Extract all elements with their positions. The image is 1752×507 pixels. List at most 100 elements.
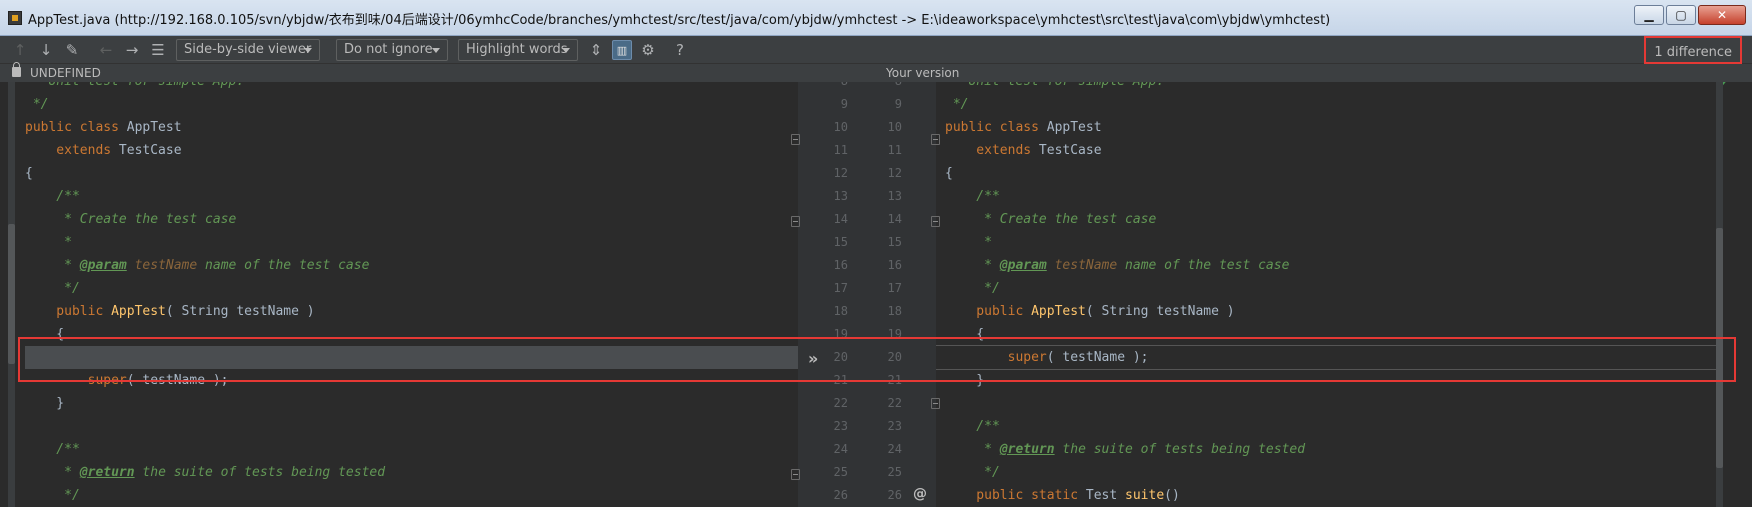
code-token: public class [945,120,1047,135]
line-number: 25 [887,465,902,479]
code-token: the suite of tests being tested [134,465,386,480]
code-line[interactable]: * Create the test case [936,208,1716,231]
code-token: /** [945,419,1000,434]
code-token: name of the test case [197,258,370,273]
collapse-icon[interactable]: ⇕ [586,40,606,60]
fold-icon[interactable] [931,134,940,145]
line-number: 12 [833,166,848,180]
right-code-pane[interactable]: * Unit test for simple App. */ public cla… [936,82,1716,507]
highlight-select[interactable]: Highlight words [458,39,578,61]
line-number: 13 [833,189,848,203]
code-token: */ [945,281,1000,296]
code-line[interactable]: { [0,162,798,185]
code-token: * Unit test for simple App. [25,82,244,89]
code-token: suite [1125,488,1165,503]
code-line[interactable]: */ [936,277,1716,300]
code-line[interactable]: */ [936,93,1716,116]
app-icon [8,11,22,25]
arrow-right-icon[interactable]: → [122,40,142,60]
code-line[interactable]: extends TestCase [936,139,1716,162]
code-line[interactable]: public static Test suite() [936,484,1716,507]
code-token: */ [945,465,1000,480]
code-line[interactable]: */ [0,484,798,507]
code-line[interactable]: /** [936,185,1716,208]
code-token: ( String testName ) [165,304,315,319]
line-number: 18 [833,304,848,318]
edit-icon[interactable]: ✎ [62,40,82,60]
code-token: public [25,304,112,319]
code-token: * [25,258,80,273]
code-line[interactable]: * [936,231,1716,254]
code-token: testName [1046,258,1118,273]
left-scrollbar[interactable] [8,82,15,507]
code-line[interactable]: */ [0,93,798,116]
code-line[interactable]: */ [936,461,1716,484]
line-number: 18 [887,304,902,318]
code-token: * [25,465,80,480]
code-token: * [945,235,992,250]
code-line[interactable]: } [0,392,798,415]
line-number: 13 [887,189,902,203]
line-number: 23 [833,419,848,433]
fold-icon[interactable] [791,469,800,480]
line-number: 15 [887,235,902,249]
code-line[interactable]: public class AppTest [0,116,798,139]
gear-icon[interactable]: ⚙ [638,40,658,60]
close-button[interactable]: ✕ [1698,5,1746,25]
line-number: 8 [818,82,848,93]
diff-header: UNDEFINED Your version [0,62,1752,82]
code-line[interactable]: * [0,231,798,254]
code-line[interactable]: extends TestCase [0,139,798,162]
code-line[interactable]: * Unit test for simple App. [0,82,798,93]
line-number: 23 [887,419,902,433]
code-line[interactable]: * Create the test case [0,208,798,231]
code-line[interactable]: * @return the suite of tests being teste… [0,461,798,484]
code-line[interactable]: /** [0,185,798,208]
fold-icon[interactable] [791,134,800,145]
code-token: AppTest [126,120,182,135]
code-line[interactable]: * Unit test for simple App. [936,82,1716,93]
viewer-select[interactable]: Side-by-side viewer [176,39,320,61]
code-token: testName [126,258,198,273]
right-scrollbar[interactable] [1716,82,1723,507]
code-line[interactable]: /** [936,415,1716,438]
arrow-left-icon[interactable]: ← [96,40,116,60]
line-number: 12 [887,166,902,180]
code-token: @return [999,442,1055,457]
left-code-pane[interactable]: * Unit test for simple App. */ public cla… [0,82,798,507]
fold-icon[interactable] [931,216,940,227]
code-line[interactable]: * @return the suite of tests being teste… [936,438,1716,461]
code-token: () [1164,488,1180,503]
code-line[interactable]: * @param testName name of the test case [936,254,1716,277]
fold-icon[interactable] [791,216,800,227]
difference-highlight-box [18,337,1736,382]
maximize-button[interactable]: ▢ [1666,5,1696,25]
line-number: 11 [833,143,848,157]
code-token: @param [999,258,1047,273]
code-line[interactable]: * @param testName name of the test case [0,254,798,277]
arrow-down-icon[interactable]: ↓ [36,40,56,60]
code-line[interactable]: public AppTest( String testName ) [0,300,798,323]
code-line[interactable]: */ [0,277,798,300]
code-token: * [945,442,1000,457]
line-number: 22 [887,396,902,410]
help-icon[interactable]: ? [670,40,690,60]
left-scrollbar-thumb[interactable] [8,224,15,364]
code-line[interactable]: public AppTest( String testName ) [936,300,1716,323]
window-controls: ▁ ▢ ✕ [1634,5,1746,25]
code-token: @param [79,258,127,273]
code-line[interactable]: public class AppTest [936,116,1716,139]
code-line[interactable]: { [936,162,1716,185]
minimize-button[interactable]: ▁ [1634,5,1664,25]
line-number: 17 [833,281,848,295]
fold-icon[interactable] [931,398,940,409]
code-line[interactable] [0,415,798,438]
code-line[interactable]: /** [0,438,798,461]
sync-scroll-icon[interactable]: ▥ [612,40,632,60]
arrow-up-icon[interactable]: ↑ [10,40,30,60]
ignore-select[interactable]: Do not ignore [336,39,448,61]
list-icon[interactable]: ☰ [148,40,168,60]
line-number: 16 [887,258,902,272]
code-line[interactable] [936,392,1716,415]
line-number: 9 [840,97,848,111]
